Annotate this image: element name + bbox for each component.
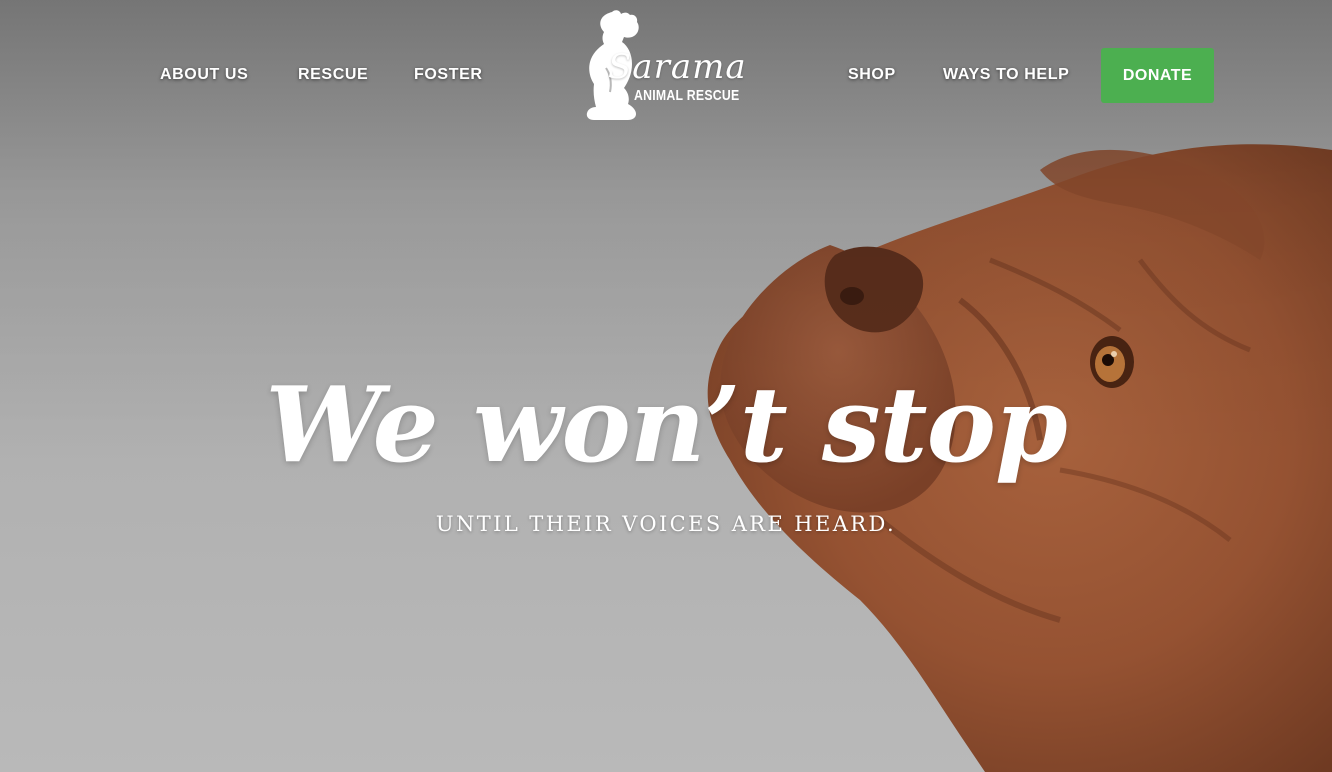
nav-link-shop[interactable]: SHOP: [848, 66, 896, 84]
hero-subheadline: UNTIL THEIR VOICES ARE HEARD.: [435, 512, 897, 536]
donate-button[interactable]: DONATE: [1101, 48, 1214, 103]
nav-link-ways-to-help[interactable]: WAYS TO HELP: [943, 66, 1069, 84]
hero-section: ABOUT US RESCUE FOSTER Sarama ANIMAL RES…: [0, 0, 1332, 772]
logo-name: Sarama: [608, 47, 747, 87]
hero-headline: We won’t stop: [265, 363, 1067, 486]
nav-link-foster[interactable]: FOSTER: [414, 66, 483, 84]
main-nav: ABOUT US RESCUE FOSTER Sarama ANIMAL RES…: [0, 0, 1332, 150]
site-logo[interactable]: Sarama ANIMAL RESCUE: [584, 8, 752, 124]
logo-subtitle: ANIMAL RESCUE: [634, 87, 740, 104]
nav-link-about-us[interactable]: ABOUT US: [160, 66, 248, 84]
nav-link-rescue[interactable]: RESCUE: [298, 66, 368, 84]
